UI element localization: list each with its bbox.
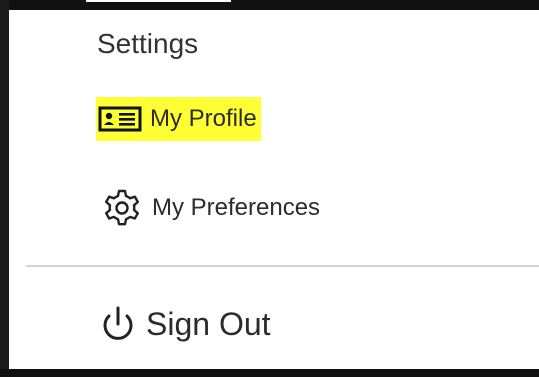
- menu-divider: [26, 265, 539, 267]
- settings-menu-panel: Settings My Profile My Preferences Sign …: [0, 0, 539, 377]
- left-border: [0, 0, 9, 377]
- menu-item-my-preferences[interactable]: My Preferences: [100, 186, 320, 230]
- gear-icon: [100, 188, 144, 228]
- cropped-top-label: [86, 0, 231, 4]
- my-profile-label: My Profile: [150, 105, 257, 132]
- my-preferences-label: My Preferences: [152, 194, 321, 221]
- menu-item-my-profile[interactable]: My Profile: [96, 97, 261, 141]
- power-icon: [100, 304, 136, 344]
- sign-out-label: Sign Out: [146, 305, 271, 342]
- top-border: [0, 0, 539, 10]
- profile-card-icon: [98, 106, 142, 132]
- settings-heading: Settings: [97, 28, 199, 59]
- bottom-border: [0, 369, 539, 377]
- sign-out-button[interactable]: Sign Out: [100, 300, 271, 348]
